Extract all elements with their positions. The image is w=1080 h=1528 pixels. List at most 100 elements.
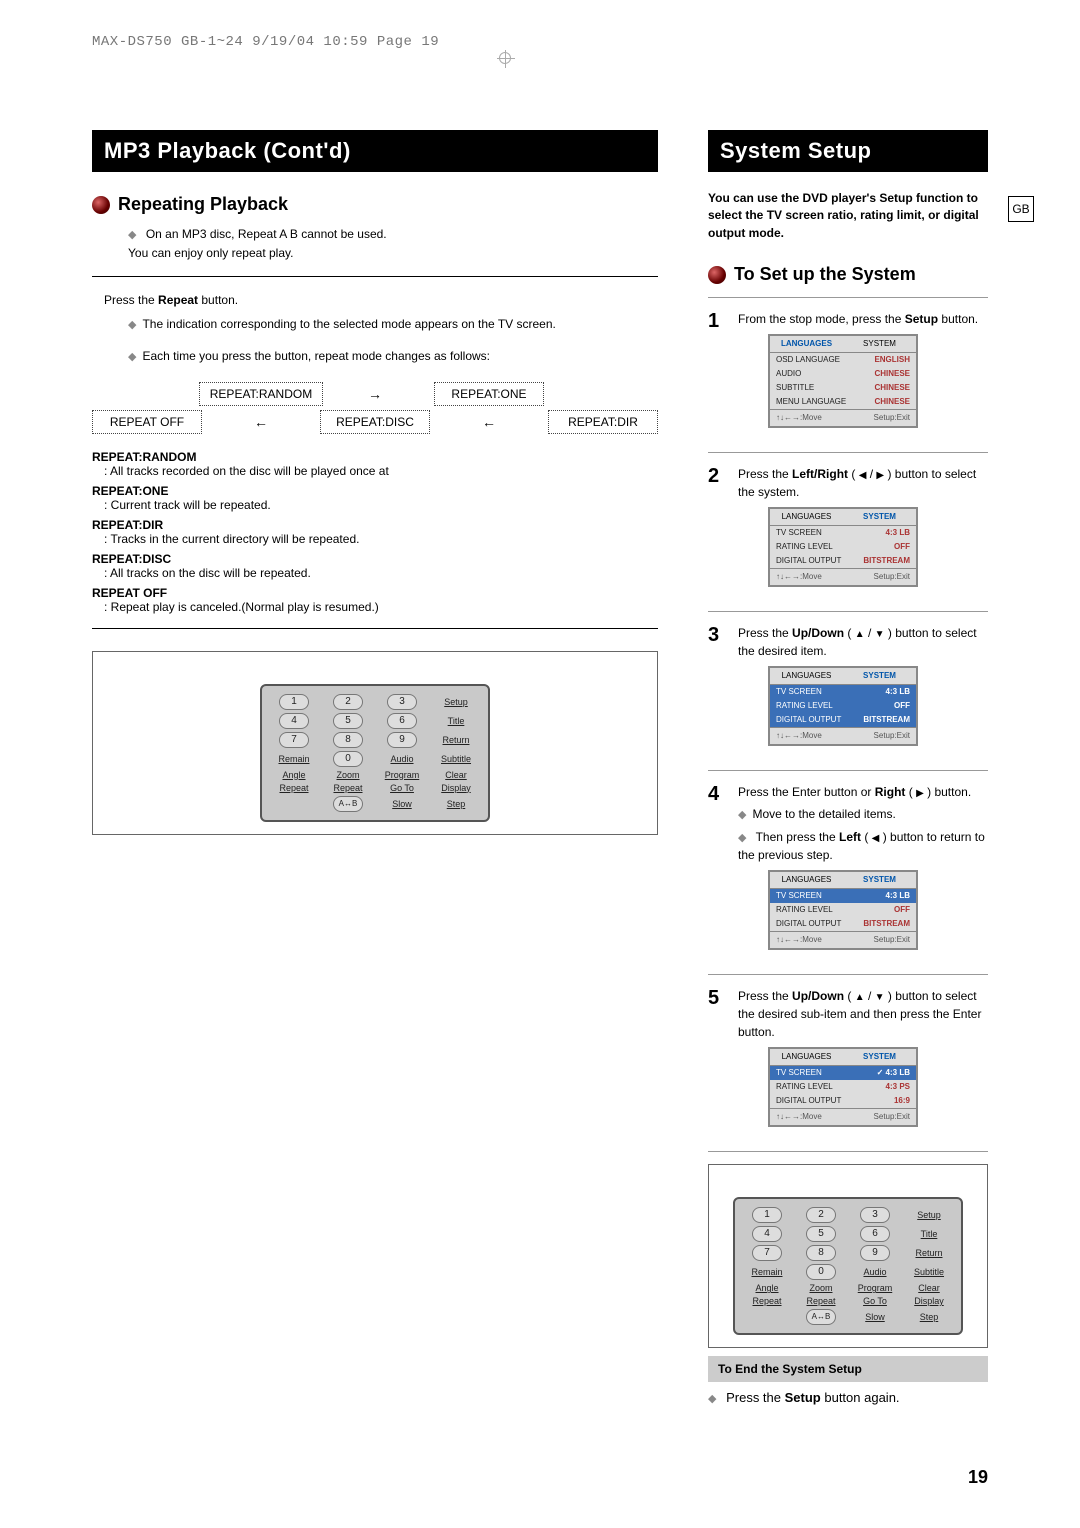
remote-illustration-2: 1 2 3 Setup 4 5 6 Title 7 8 9 Return Rem…	[708, 1164, 988, 1348]
k: TV SCREEN	[776, 527, 822, 539]
language-tab: GB	[1008, 196, 1034, 222]
bold: Left/Right	[792, 467, 848, 481]
triangle-up-icon: ▲	[855, 627, 865, 642]
triangle-down-icon: ▼	[875, 990, 885, 1005]
remote-label-step: Step	[447, 799, 466, 809]
k: RATING LEVEL	[776, 541, 833, 553]
v: OFF	[894, 904, 910, 916]
triangle-right-icon: ▶	[916, 786, 924, 801]
remote-key-0: 0	[333, 751, 363, 767]
section-title: Repeating Playback	[118, 194, 288, 215]
k: DIGITAL OUTPUT	[776, 1095, 841, 1107]
remote-key-3: 3	[387, 694, 417, 710]
def-desc: : All tracks on the disc will be repeate…	[104, 566, 658, 580]
remote-label-goto: Go To	[863, 1296, 887, 1306]
remote-label-angle: Angle	[755, 1283, 778, 1293]
foot: Setup:Exit	[874, 571, 910, 583]
foot: Setup:Exit	[874, 412, 910, 424]
def-term: REPEAT OFF	[92, 586, 658, 600]
remote-key-3: 3	[860, 1207, 890, 1223]
v: 4:3 PS	[886, 1081, 910, 1093]
remote-label-subtitle: Subtitle	[914, 1267, 944, 1277]
text: From the stop mode, press the	[738, 312, 905, 326]
v: OFF	[894, 700, 910, 712]
step-1: 1 From the stop mode, press the Setup bu…	[708, 310, 988, 440]
k: TV SCREEN	[776, 1067, 822, 1079]
remote-label-audio: Audio	[390, 754, 413, 764]
remote-label-return: Return	[915, 1248, 942, 1258]
text: button.	[931, 785, 971, 799]
remote-key-ab: A↔B	[333, 796, 363, 812]
each-time-note: Each time you press the button, repeat m…	[128, 347, 658, 366]
flow-disc: REPEAT:DISC	[320, 410, 430, 434]
remote-key-6: 6	[387, 713, 417, 729]
remote-label-step: Step	[920, 1312, 939, 1322]
k: RATING LEVEL	[776, 700, 833, 712]
triangle-right-icon: ▶	[876, 468, 884, 483]
text: Then press the	[756, 830, 839, 844]
def-desc: : Repeat play is canceled.(Normal play i…	[104, 600, 658, 614]
triangle-left-icon: ◀	[859, 468, 867, 483]
remote-key-7: 7	[279, 732, 309, 748]
tab-languages: LANGUAGES	[770, 1049, 843, 1065]
def-term: REPEAT:RANDOM	[92, 450, 658, 464]
tab-system: SYSTEM	[843, 509, 916, 525]
step-number: 4	[708, 783, 726, 962]
remote: 1 2 3 Setup 4 5 6 Title 7 8 9 Return Rem…	[733, 1197, 963, 1335]
def-term: REPEAT:DIR	[92, 518, 658, 532]
remote-label-clear: Clear	[445, 770, 467, 780]
remote-label-title: Title	[921, 1229, 938, 1239]
arrow-left-icon: ←	[254, 414, 268, 430]
v: 4:3 LB	[886, 890, 910, 902]
remote-key-ab: A↔B	[806, 1309, 836, 1325]
tab-system: SYSTEM	[843, 336, 916, 352]
tab-system: SYSTEM	[843, 872, 916, 888]
v: ENGLISH	[874, 354, 910, 366]
remote-label-repeat2: Repeat	[333, 783, 362, 793]
k: AUDIO	[776, 368, 801, 380]
setup-screen-2: LANGUAGESSYSTEM TV SCREEN4:3 LB RATING L…	[768, 507, 918, 587]
remote-label-setup: Setup	[917, 1210, 941, 1220]
bold: Repeat	[158, 293, 198, 307]
remote-label-zoom: Zoom	[336, 770, 359, 780]
bold: Up/Down	[792, 989, 844, 1003]
k: MENU LANGUAGE	[776, 396, 846, 408]
remote-key-9: 9	[387, 732, 417, 748]
v: 4:3 LB	[886, 686, 910, 698]
step-4: 4 Press the Enter button or Right ( ▶ ) …	[708, 783, 988, 962]
note-line1: On an MP3 disc, Repeat A B cannot be use…	[146, 227, 387, 241]
remote-key-5: 5	[806, 1226, 836, 1242]
v: CHINESE	[874, 368, 910, 380]
divider	[708, 1151, 988, 1152]
remote-key-5: 5	[333, 713, 363, 729]
step-number: 2	[708, 465, 726, 599]
note-mp3-repeat: On an MP3 disc, Repeat A B cannot be use…	[128, 225, 658, 262]
remote-label-repeat: Repeat	[279, 783, 308, 793]
remote-label-remain: Remain	[751, 1267, 782, 1277]
flow-dir: REPEAT:DIR	[548, 410, 658, 434]
remote-label-repeat: Repeat	[752, 1296, 781, 1306]
v: ✓ 4:3 LB	[877, 1067, 910, 1079]
text: button again.	[821, 1390, 900, 1405]
remote-label-goto: Go To	[390, 783, 414, 793]
remote-label-repeat2: Repeat	[806, 1296, 835, 1306]
step-3: 3 Press the Up/Down ( ▲ / ▼ ) button to …	[708, 624, 988, 758]
remote-key-1: 1	[279, 694, 309, 710]
remote-label-title: Title	[448, 716, 465, 726]
left-column: MP3 Playback (Cont'd) Repeating Playback…	[92, 130, 658, 1405]
triangle-down-icon: ▼	[875, 627, 885, 642]
k: TV SCREEN	[776, 686, 822, 698]
section-repeating: Repeating Playback	[92, 194, 658, 215]
step-number: 5	[708, 987, 726, 1139]
remote-key-6: 6	[860, 1226, 890, 1242]
k: DIGITAL OUTPUT	[776, 555, 841, 567]
remote-label-return: Return	[442, 735, 469, 745]
arrow-left-icon: ←	[482, 414, 496, 430]
crop-mark	[499, 52, 511, 64]
tab-languages: LANGUAGES	[770, 336, 843, 352]
step-5: 5 Press the Up/Down ( ▲ / ▼ ) button to …	[708, 987, 988, 1139]
remote-label-remain: Remain	[278, 754, 309, 764]
bold: Right	[875, 785, 906, 799]
v: CHINESE	[874, 396, 910, 408]
k: RATING LEVEL	[776, 904, 833, 916]
